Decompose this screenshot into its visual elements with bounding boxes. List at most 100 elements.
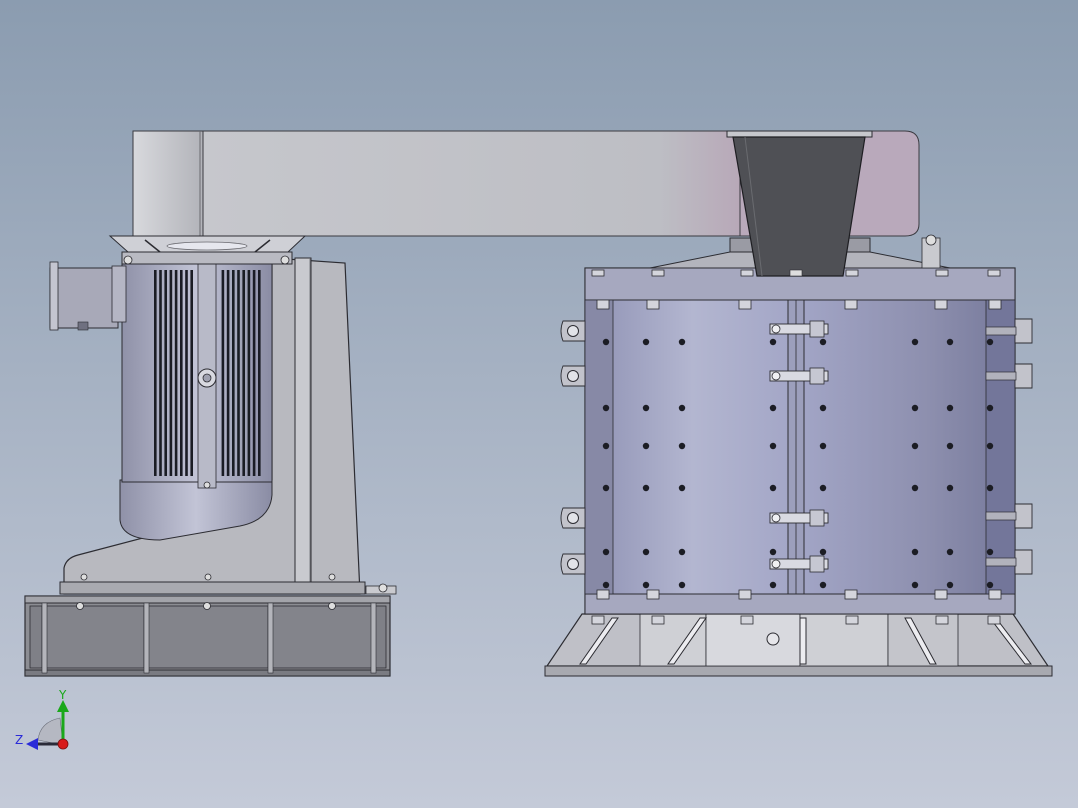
drum-bolt [911, 338, 919, 346]
bottom-flange-bolt [646, 589, 660, 600]
drum-bolt [602, 442, 610, 450]
drum-bolt [678, 484, 686, 492]
drum-bolt [642, 484, 650, 492]
base-bolt [987, 615, 1001, 625]
drum-bolt [819, 581, 827, 589]
drum-bolt [819, 442, 827, 450]
hinge-block [809, 367, 825, 385]
drum-bolt [602, 484, 610, 492]
base-bolt [845, 615, 859, 625]
cooling-fin [159, 270, 162, 476]
drum-bolt [602, 338, 610, 346]
drum-bolt [678, 338, 686, 346]
base-rib [799, 617, 807, 665]
cooling-fin [258, 270, 261, 476]
lug-arm [985, 557, 1017, 567]
drum-bolt [819, 548, 827, 556]
drum-bolt [819, 404, 827, 412]
cooling-fin [164, 270, 167, 476]
drum-bolt [678, 404, 686, 412]
right-hinge-lug [1014, 363, 1033, 389]
hinge-nut [771, 371, 781, 381]
cover-bolt [740, 269, 754, 277]
cover-bolt [651, 269, 665, 277]
cooling-fin [180, 270, 183, 476]
cooling-fin [247, 270, 251, 476]
drum-bolt [769, 548, 777, 556]
motor-base-skid [24, 595, 391, 677]
crusher-base [544, 613, 1053, 677]
right-hinge-lug [1014, 318, 1033, 344]
drum-bolt [678, 548, 686, 556]
drum-bolt [642, 581, 650, 589]
drum-bolt [769, 484, 777, 492]
drum-bolt [986, 548, 994, 556]
bottom-flange-bolt [934, 589, 948, 600]
drum-bolt [642, 338, 650, 346]
drum-bolt [986, 581, 994, 589]
drum-bolt [946, 442, 954, 450]
bottom-flange-bolt [844, 589, 858, 600]
cover-bolt [935, 269, 949, 277]
hinge-block [809, 320, 825, 338]
drum-bolt [769, 404, 777, 412]
drum-bolt [678, 442, 686, 450]
drum-bolt [642, 548, 650, 556]
model-drawing: Y Z [0, 0, 1078, 808]
motor-flange [108, 235, 307, 265]
drum-bolt [819, 338, 827, 346]
drum-bolt [769, 581, 777, 589]
motor-body [119, 257, 273, 541]
right-hinge-lug [1014, 549, 1033, 575]
drum-bolt [946, 484, 954, 492]
drum-bolt [946, 338, 954, 346]
cooling-fin [154, 270, 157, 476]
drum-bolt [642, 442, 650, 450]
bottom-flange-bolt [738, 589, 752, 600]
cover-bolt [845, 269, 859, 277]
lug-arm [985, 371, 1017, 381]
drum-bolt [602, 404, 610, 412]
base-bolt [651, 615, 665, 625]
z-axis-label: Z [15, 733, 23, 747]
lug-pin [567, 512, 579, 524]
hinge-nut [771, 559, 781, 569]
top-flange-bolt [646, 299, 660, 310]
drum-bolt [911, 548, 919, 556]
base-bolt [740, 615, 754, 625]
cooling-fin [169, 270, 173, 476]
drum-bolt [678, 581, 686, 589]
top-flange-bolt [844, 299, 858, 310]
cooling-fin [174, 270, 178, 476]
drum-bolt [911, 442, 919, 450]
cooling-fin [232, 270, 235, 476]
drum-bolt [769, 442, 777, 450]
cover-bolt [987, 269, 1001, 277]
cooling-fin [190, 270, 193, 476]
drum-bolt [986, 404, 994, 412]
terminal-box [49, 261, 127, 331]
top-flange-bolt [988, 299, 1002, 310]
cad-viewport[interactable]: Y Z [0, 0, 1078, 808]
base-bolt [935, 615, 949, 625]
drum-bolt [911, 484, 919, 492]
lug-pin [567, 325, 579, 337]
top-flange-bolt [596, 299, 610, 310]
drum-bolt [769, 338, 777, 346]
drum-bolt [946, 548, 954, 556]
cooling-fin [252, 270, 256, 476]
cover-bolt [591, 269, 605, 277]
drum-bolt [911, 404, 919, 412]
drum-bolt [986, 442, 994, 450]
y-axis-label: Y [58, 688, 67, 702]
lug-pin [567, 370, 579, 382]
drum-bolt [911, 581, 919, 589]
hinge-block [809, 555, 825, 573]
cooling-fin [242, 270, 245, 476]
top-flange-bolt [934, 299, 948, 310]
drum-bolt [986, 484, 994, 492]
crusher-drum [560, 267, 1033, 625]
lug-arm [985, 511, 1017, 521]
top-flange-bolt [738, 299, 752, 310]
lug-pin [567, 558, 579, 570]
